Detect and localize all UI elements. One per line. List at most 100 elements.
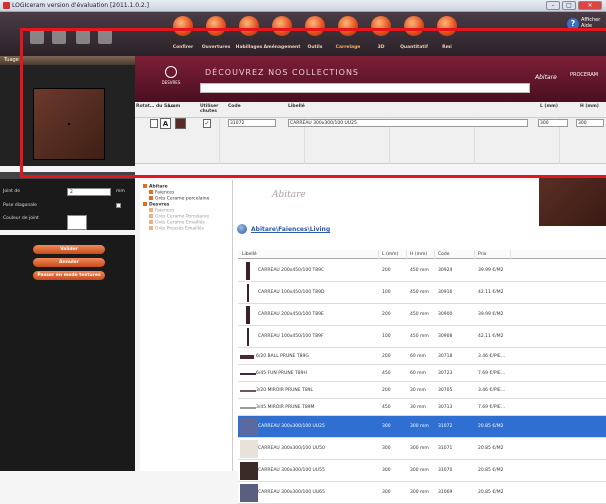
h-header: H (mm) <box>580 104 599 109</box>
color-swatch[interactable] <box>175 118 186 129</box>
table-row[interactable]: CARREAU 100x450/100 T89F 100 450 mm 30908 42… <box>238 326 606 348</box>
diagonal-checkbox[interactable] <box>116 203 121 208</box>
cell-code: 30723 <box>438 370 453 376</box>
table-row[interactable]: CARREAU 300x300/100 UU25 300 300 mm 31072 20… <box>238 416 606 438</box>
tree-item[interactable]: Faiences <box>149 208 174 214</box>
label-header: Libellé <box>288 104 305 109</box>
column-l[interactable]: L (mm) <box>382 252 398 257</box>
tree-item[interactable]: Grès Pressés Emaillés <box>149 226 204 232</box>
table-row[interactable]: CARREAU 300x300/100 UU65 300 300 mm 31069 20… <box>238 482 606 504</box>
column-h[interactable]: H (mm) <box>410 252 427 257</box>
tree-item[interactable]: Grès Cerame Emaillés <box>149 220 205 226</box>
tool-icon[interactable] <box>98 30 112 44</box>
cell-price: 42.11 €/M2 <box>478 290 504 295</box>
tool-icon[interactable] <box>52 30 66 44</box>
textures-mode-button[interactable]: Passer en mode textures <box>33 271 105 280</box>
validate-button[interactable]: Valider <box>33 245 105 254</box>
joint-input[interactable]: 2 <box>67 188 111 196</box>
toolbar-icon[interactable] <box>437 16 457 36</box>
tree-item[interactable]: Grès Cerame Porcelaine <box>149 214 209 220</box>
cell-price: 7.69 €/PIE… <box>478 370 506 376</box>
tool-icon[interactable] <box>76 30 90 44</box>
cell-h: 300 mm <box>410 424 429 429</box>
joint-color-swatch[interactable] <box>67 215 87 230</box>
cell-code: 31069 <box>438 490 453 495</box>
cell-h: 30 mm <box>410 404 426 410</box>
table-row[interactable]: 6/20 BALL PRUNE T89G 200 60 mm 30718 3.46 €/… <box>238 348 606 365</box>
collection-banner[interactable]: DESVRES DÉCOUVREZ NOS COLLECTIONS Abitar… <box>135 56 606 102</box>
tree-item[interactable]: Desvres <box>143 202 169 208</box>
cell-l: 200 <box>382 387 391 393</box>
height-field[interactable]: 300 <box>576 119 604 127</box>
rotate-checkbox[interactable] <box>150 119 158 128</box>
cell-code: 30713 <box>438 404 453 410</box>
cell-price: 39.99 €/M2 <box>478 268 504 273</box>
tile-swatch <box>240 440 258 458</box>
table-row[interactable]: CARREAU 100x450/100 T89D 100 450 mm 30916 42… <box>238 282 606 304</box>
toolbar-icon[interactable] <box>173 16 193 36</box>
joint-label: Joint de <box>3 189 21 194</box>
close-button[interactable]: ✕ <box>578 1 602 10</box>
cell-h: 300 mm <box>410 446 429 451</box>
proceram-banner-logo[interactable]: PROCERAM <box>570 72 598 78</box>
length-field[interactable]: 300 <box>538 119 568 127</box>
column-price[interactable]: Prix <box>478 252 486 257</box>
table-row[interactable]: CARREAU 200x450/100 T89E 200 450 mm 30900 39… <box>238 304 606 326</box>
tree-item[interactable]: Grès Cerame porcelaine <box>149 196 209 202</box>
table-row[interactable]: 6/45 FUN PRUNE T89H 450 60 mm 30723 7.69 €/P… <box>238 365 606 382</box>
toolbar-icon[interactable] <box>305 16 325 36</box>
joint-unit: mm <box>116 189 125 194</box>
cell-h: 450 mm <box>410 290 429 295</box>
cell-label: CARREAU 200x450/100 T89C <box>258 268 325 273</box>
table-row[interactable]: 3/20 MIROIR PRUNE T89L 200 30 mm 30705 3.46 … <box>238 382 606 399</box>
tool-icon[interactable] <box>30 30 44 44</box>
table-row[interactable]: CARREAU 200x450/100 T89C 200 450 mm 30924 39… <box>238 260 606 282</box>
tile-preview[interactable] <box>33 88 105 160</box>
banner-input[interactable] <box>200 83 530 93</box>
cancel-button[interactable]: Annuler <box>33 258 105 267</box>
cell-h: 300 mm <box>410 490 429 495</box>
tile-swatch <box>246 262 250 280</box>
cell-h: 450 mm <box>410 268 429 273</box>
minimize-button[interactable]: – <box>546 1 560 10</box>
breadcrumb[interactable]: Abitare\Faiences\Living <box>251 226 330 233</box>
table-row[interactable]: CARREAU 300x300/100 UU50 300 300 mm 31071 20… <box>238 438 606 460</box>
abitare-banner-logo[interactable]: Abitare <box>535 74 557 81</box>
cell-price: 20.85 €/M2 <box>478 446 504 451</box>
maximize-button[interactable]: □ <box>562 1 576 10</box>
use-scraps-checkbox[interactable]: ✓ <box>203 119 211 128</box>
cell-h: 450 mm <box>410 312 429 317</box>
column-label[interactable]: Libellé <box>242 252 257 257</box>
toolbar-icon[interactable] <box>272 16 292 36</box>
tree-item[interactable]: Abitare <box>143 184 168 190</box>
cell-price: 3.46 €/PIE… <box>478 387 506 393</box>
toolbar-icon[interactable] <box>404 16 424 36</box>
toolbar-icon[interactable] <box>338 16 358 36</box>
toolbar-button[interactable]: Rmi <box>427 45 467 50</box>
column-code[interactable]: Code <box>438 252 450 257</box>
letter-button[interactable]: A <box>160 118 171 129</box>
desvres-logo[interactable]: DESVRES <box>157 66 185 90</box>
diagonal-label: Pose diagonale <box>3 203 37 208</box>
tree-item[interactable]: Faiences <box>149 190 174 196</box>
toolbar-icon[interactable] <box>206 16 226 36</box>
window-title: LOGIceram version d'évaluation [2011.1.0… <box>12 2 149 9</box>
cell-h: 30 mm <box>410 387 426 393</box>
cell-h: 60 mm <box>410 370 426 376</box>
label-field[interactable]: CARREAU 300x300/100 UU25 <box>288 119 528 127</box>
tile-swatch <box>240 418 258 436</box>
help-button[interactable]: ? Afficher Aide <box>567 16 601 38</box>
code-field[interactable]: 31072 <box>228 119 276 127</box>
table-row[interactable]: CARREAU 300x300/100 UU55 300 300 mm 31070 20… <box>238 460 606 482</box>
globe-icon[interactable] <box>237 224 247 234</box>
tile-swatch <box>240 484 258 502</box>
toolbar-icon[interactable] <box>239 16 259 36</box>
cell-l: 200 <box>382 312 391 317</box>
help-label-2: Aide <box>581 23 593 29</box>
cell-h: 450 mm <box>410 334 429 339</box>
cell-price: 20.85 €/M2 <box>478 490 504 495</box>
cell-price: 3.46 €/PIE… <box>478 353 506 359</box>
help-icon: ? <box>567 18 579 30</box>
table-row[interactable]: 3/45 MIROIR PRUNE T89M 450 30 mm 30713 7.69 … <box>238 399 606 416</box>
toolbar-icon[interactable] <box>371 16 391 36</box>
